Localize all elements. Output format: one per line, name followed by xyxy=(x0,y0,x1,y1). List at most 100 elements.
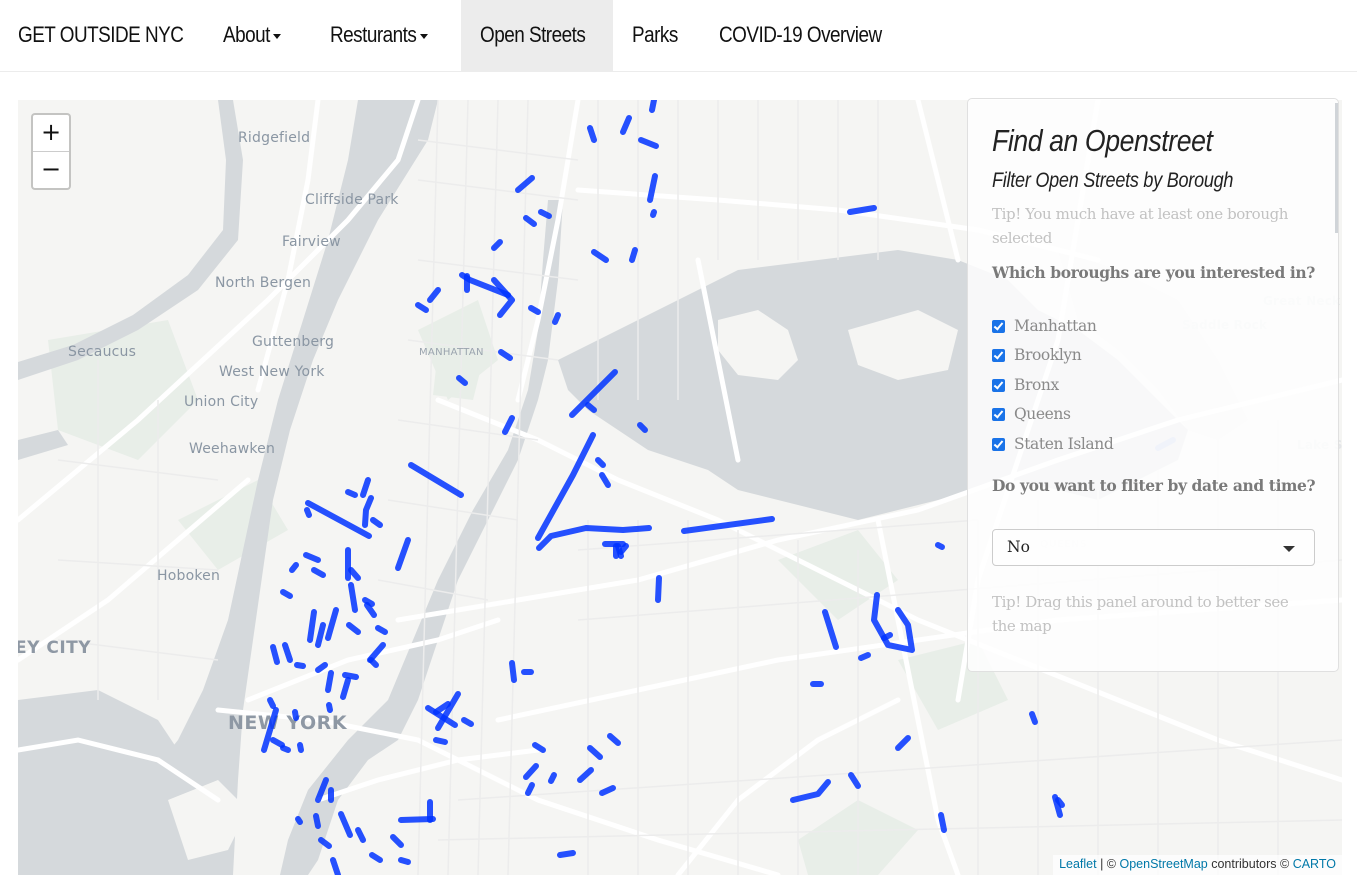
open-street-segment[interactable] xyxy=(618,543,629,555)
open-street-segment[interactable] xyxy=(938,812,947,833)
carto-link[interactable]: CARTO xyxy=(1293,857,1336,871)
open-street-segment[interactable] xyxy=(577,767,594,783)
open-street-segment[interactable] xyxy=(267,697,276,709)
open-street-segment[interactable] xyxy=(502,415,515,435)
open-street-segment[interactable] xyxy=(1055,797,1065,808)
open-street-segment[interactable] xyxy=(655,575,662,603)
open-street-segment[interactable] xyxy=(629,247,638,263)
open-street-segment[interactable] xyxy=(647,173,658,203)
open-street-segment[interactable] xyxy=(1029,711,1038,725)
open-street-segment[interactable] xyxy=(536,525,652,551)
open-street-segment[interactable] xyxy=(342,672,359,680)
checkbox-queens[interactable]: Queens xyxy=(992,403,1071,425)
open-street-segment[interactable] xyxy=(318,837,332,849)
checkbox-checked-icon[interactable] xyxy=(992,348,1005,362)
open-street-segment[interactable] xyxy=(280,589,293,599)
open-street-segment[interactable] xyxy=(515,175,535,193)
open-street-segment[interactable] xyxy=(348,582,358,613)
open-street-segment[interactable] xyxy=(294,662,306,669)
open-street-segment[interactable] xyxy=(848,772,861,789)
open-street-segment[interactable] xyxy=(370,517,383,528)
open-street-segment[interactable] xyxy=(325,670,334,693)
open-street-segment[interactable] xyxy=(282,642,293,663)
open-street-segment[interactable] xyxy=(307,609,317,643)
leaflet-link[interactable]: Leaflet xyxy=(1059,857,1097,871)
open-street-segment[interactable] xyxy=(338,811,353,838)
open-street-segment[interactable] xyxy=(491,239,503,251)
date-filter-select[interactable]: No xyxy=(992,529,1315,566)
open-street-segment[interactable] xyxy=(532,742,546,753)
open-street-segment[interactable] xyxy=(509,660,517,683)
open-street-segment[interactable] xyxy=(315,622,326,648)
open-street-segment[interactable] xyxy=(548,772,557,784)
nav-about[interactable]: About xyxy=(210,0,310,71)
nav-covid-overview[interactable]: COVID-19 Overview xyxy=(706,0,906,71)
open-street-segment[interactable] xyxy=(607,733,621,746)
open-street-segment[interactable] xyxy=(398,816,436,823)
open-street-segment[interactable] xyxy=(362,495,374,528)
open-street-segment[interactable] xyxy=(433,737,448,745)
open-street-segment[interactable] xyxy=(369,852,383,863)
open-street-segment[interactable] xyxy=(591,249,609,263)
open-street-segment[interactable] xyxy=(270,644,280,665)
open-street-segment[interactable] xyxy=(355,827,366,843)
open-street-segment[interactable] xyxy=(346,622,361,635)
open-street-segment[interactable] xyxy=(620,115,632,135)
open-street-segment[interactable] xyxy=(847,205,877,215)
open-street-segment[interactable] xyxy=(311,567,326,578)
open-street-segment[interactable] xyxy=(345,489,358,498)
open-street-segment[interactable] xyxy=(340,677,351,700)
open-street-segment[interactable] xyxy=(326,702,333,713)
open-street-segment[interactable] xyxy=(650,209,657,218)
open-street-segment[interactable] xyxy=(523,215,537,227)
open-street-segment[interactable] xyxy=(535,432,596,541)
open-street-segment[interactable] xyxy=(557,850,576,858)
checkbox-bronx[interactable]: Bronx xyxy=(992,374,1059,396)
open-street-segment[interactable] xyxy=(822,609,839,650)
open-street-segment[interactable] xyxy=(303,552,321,563)
open-street-segment[interactable] xyxy=(585,402,597,413)
open-street-segment[interactable] xyxy=(415,302,429,313)
open-street-segment[interactable] xyxy=(638,137,659,149)
open-street-segment[interactable] xyxy=(289,562,299,573)
zoom-out-button[interactable]: − xyxy=(33,152,69,188)
open-street-segment[interactable] xyxy=(790,779,831,803)
checkbox-checked-icon[interactable] xyxy=(992,378,1005,392)
open-street-segment[interactable] xyxy=(552,312,561,325)
checkbox-staten-island[interactable]: Staten Island xyxy=(992,433,1114,455)
open-street-segment[interactable] xyxy=(895,735,911,751)
open-street-segment[interactable] xyxy=(523,763,539,780)
open-street-segment[interactable] xyxy=(491,277,515,318)
open-street-segment[interactable] xyxy=(456,375,468,386)
open-street-segment[interactable] xyxy=(315,777,329,803)
open-street-segment[interactable] xyxy=(330,857,341,875)
open-street-segment[interactable] xyxy=(538,209,552,219)
open-street-segment[interactable] xyxy=(881,632,893,641)
open-street-segment[interactable] xyxy=(858,652,871,661)
filter-panel[interactable]: Find an Openstreet Filter Open Streets b… xyxy=(967,98,1339,672)
panel-scrollbar[interactable] xyxy=(1335,103,1338,233)
open-street-segment[interactable] xyxy=(528,305,541,315)
open-street-segment[interactable] xyxy=(325,607,339,641)
open-street-segment[interactable] xyxy=(368,657,379,668)
checkbox-checked-icon[interactable] xyxy=(992,319,1005,333)
nav-parks[interactable]: Parks xyxy=(620,0,700,71)
open-street-segment[interactable] xyxy=(292,709,299,721)
open-street-segment[interactable] xyxy=(304,507,312,518)
open-street-segment[interactable] xyxy=(390,834,404,848)
checkbox-manhattan[interactable]: Manhattan xyxy=(992,315,1097,337)
open-street-segment[interactable] xyxy=(599,785,616,796)
open-street-segment[interactable] xyxy=(408,462,464,498)
open-street-segment[interactable] xyxy=(599,472,611,488)
open-street-segment[interactable] xyxy=(305,500,372,539)
open-street-segment[interactable] xyxy=(313,813,321,829)
checkbox-checked-icon[interactable] xyxy=(992,407,1005,421)
open-street-segment[interactable] xyxy=(935,542,945,550)
nav-open-streets[interactable]: Open Streets xyxy=(461,0,613,71)
open-street-segment[interactable] xyxy=(871,592,915,653)
open-street-segment[interactable] xyxy=(395,537,411,571)
open-street-segment[interactable] xyxy=(649,100,657,113)
open-street-segment[interactable] xyxy=(398,857,411,865)
open-street-segment[interactable] xyxy=(498,349,513,361)
open-street-segment[interactable] xyxy=(270,737,285,748)
